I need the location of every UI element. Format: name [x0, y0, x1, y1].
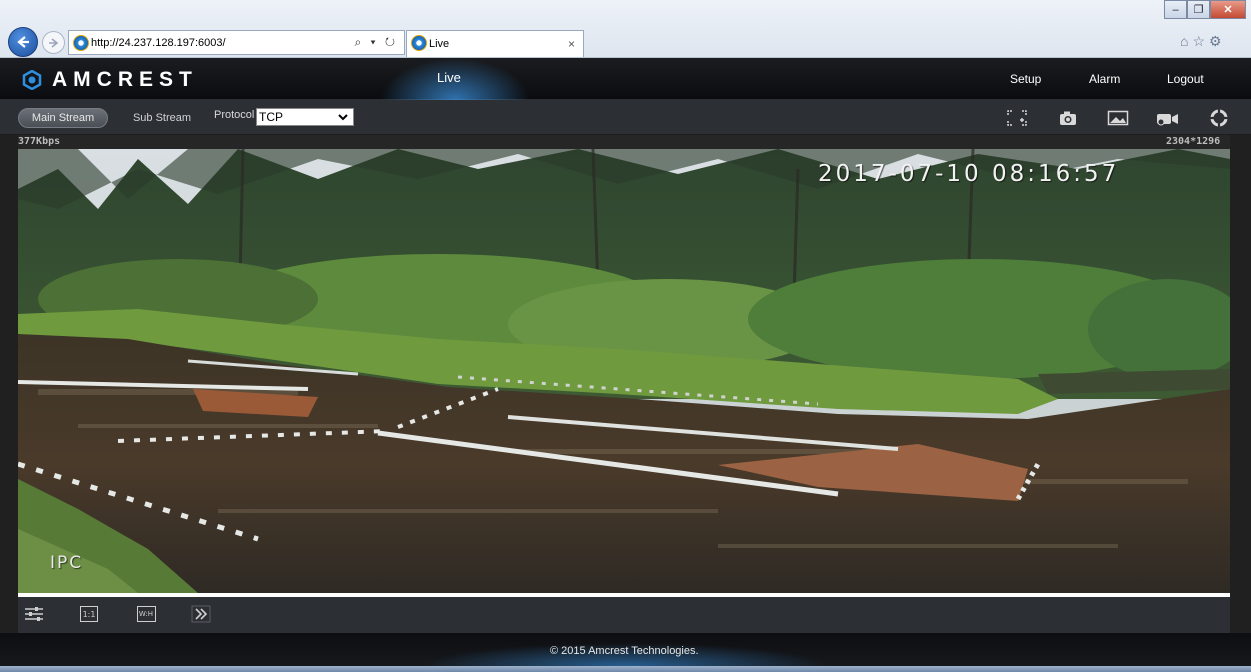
home-favorites-settings-icons[interactable]: ⌂☆⚙ — [1180, 33, 1226, 50]
snapshot-button[interactable] — [1054, 107, 1082, 129]
sub-stream-button[interactable]: Sub Stream — [124, 108, 200, 128]
adjust-sliders-icon — [25, 607, 43, 621]
record-icon — [1157, 114, 1178, 126]
zoom-button[interactable] — [191, 605, 211, 623]
main-stream-button[interactable]: Main Stream — [18, 108, 108, 128]
browser-tab-live[interactable]: Live × — [406, 30, 584, 57]
zoom-icon — [191, 605, 211, 623]
ratio-1to1-icon: 1:1 — [80, 606, 98, 622]
camera-icon — [1060, 111, 1076, 125]
back-arrow-icon — [17, 36, 29, 48]
os-taskbar — [0, 666, 1251, 672]
forward-button[interactable] — [42, 31, 65, 54]
video-info-bar: 377Kbps 2304*1296 — [0, 135, 1251, 149]
image-button[interactable] — [1104, 107, 1132, 129]
nav-logout[interactable]: Logout — [1167, 72, 1204, 86]
osd-timestamp: 2017-07-10 08:16:57 — [818, 161, 1120, 187]
forward-arrow-icon — [48, 37, 58, 48]
address-text[interactable]: http://24.237.128.197:6003/ — [91, 37, 226, 49]
tab-favicon-icon — [411, 35, 427, 51]
browser-chrome: http://24.237.128.197:6003/ ⌕ ▾ ↻ Live ×… — [0, 0, 1251, 58]
chevron-down-icon — [338, 114, 348, 121]
video-control-bar: 1:1 W:H — [18, 597, 1230, 633]
ratio-1to1-button[interactable]: 1:1 — [79, 605, 99, 623]
window-close-button[interactable]: ✕ — [1210, 0, 1246, 19]
copyright-text: © 2015 Amcrest Technologies. — [550, 645, 699, 657]
left-gutter — [0, 135, 18, 635]
site-favicon-icon — [73, 35, 89, 51]
address-bar[interactable]: http://24.237.128.197:6003/ ⌕ ▾ ↻ — [68, 30, 405, 55]
settings-ring-icon — [1210, 109, 1228, 127]
protocol-select[interactable]: TCP — [256, 108, 354, 126]
ratio-wh-button[interactable]: W:H — [136, 605, 156, 623]
image-icon — [1107, 110, 1129, 126]
address-tools[interactable]: ⌕ ▾ ↻ — [354, 35, 398, 50]
ratio-wh-label: W:H — [138, 610, 154, 618]
video-frame-image — [18, 149, 1230, 593]
bitrate-readout: 377Kbps — [18, 136, 61, 147]
nav-live[interactable]: Live — [437, 70, 461, 85]
right-gutter — [1230, 135, 1251, 635]
app-header: AMCREST Live Setup Alarm Logout — [0, 58, 1251, 100]
fullscreen-button[interactable] — [1003, 107, 1031, 129]
window-minimize-button[interactable]: – — [1164, 0, 1187, 19]
window-maximize-button[interactable]: ❐ — [1187, 0, 1210, 19]
ptz-settings-button[interactable] — [1205, 107, 1233, 129]
brand-logo-text: AMCREST — [52, 68, 198, 91]
image-adjust-button[interactable] — [24, 605, 44, 623]
tab-title: Live — [429, 38, 450, 50]
nav-alarm[interactable]: Alarm — [1089, 72, 1120, 86]
osd-channel-name: IPC — [50, 553, 84, 573]
ratio-1to1-label: 1:1 — [82, 609, 96, 619]
ratio-wh-icon: W:H — [136, 606, 156, 622]
record-button[interactable] — [1154, 107, 1182, 129]
amcrest-logo-icon — [22, 70, 42, 90]
live-video-feed[interactable]: 2017-07-10 08:16:57 IPC — [18, 149, 1230, 593]
fullscreen-icon — [1007, 110, 1027, 126]
back-button[interactable] — [8, 27, 38, 57]
page-footer: © 2015 Amcrest Technologies. — [0, 633, 1251, 666]
protocol-label: Protocol — [214, 109, 255, 121]
tab-close-icon[interactable]: × — [568, 37, 575, 51]
protocol-value: TCP — [259, 110, 283, 124]
stream-toolbar: Main Stream Sub Stream Protocol TCP — [0, 100, 1251, 135]
resolution-readout: 2304*1296 — [1166, 136, 1221, 147]
nav-setup[interactable]: Setup — [1010, 72, 1041, 86]
